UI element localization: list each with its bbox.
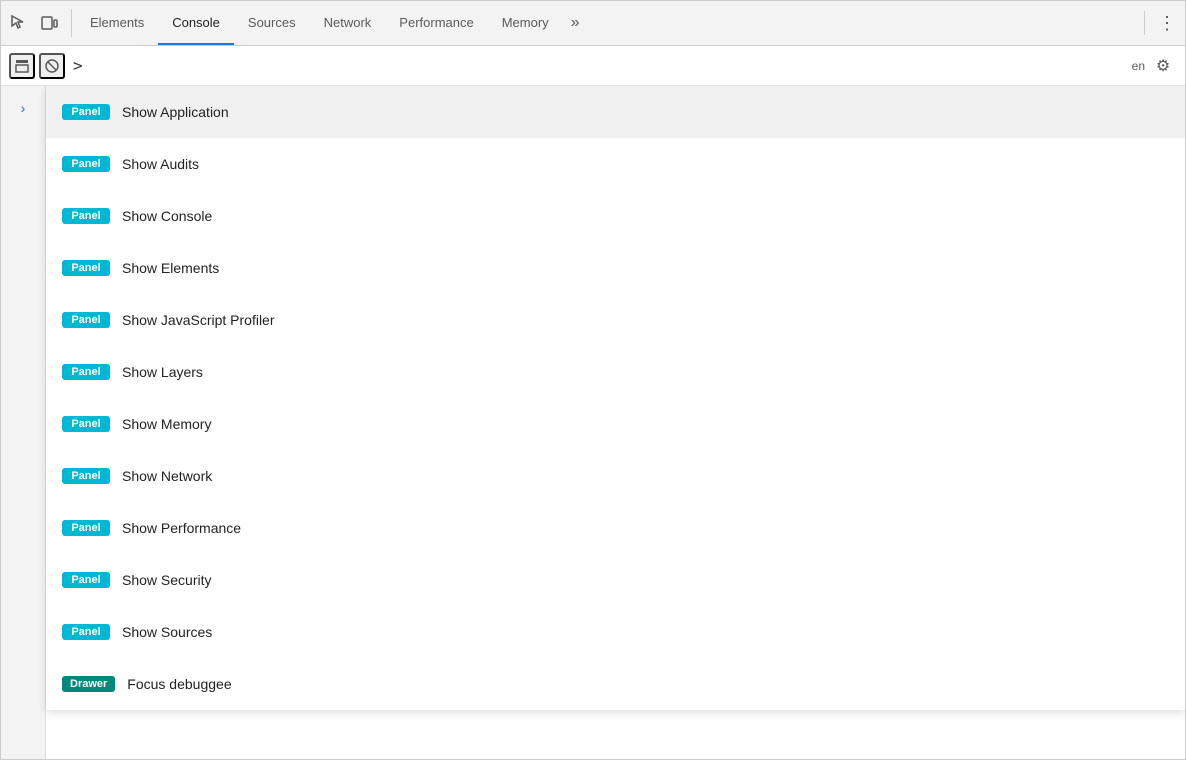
tab-memory[interactable]: Memory xyxy=(488,1,563,45)
badge-panel: Panel xyxy=(62,156,110,172)
list-item-show-application[interactable]: Panel Show Application xyxy=(46,86,1185,138)
main-content: › Panel Show Application Panel Show Audi… xyxy=(1,86,1185,759)
list-item-show-elements[interactable]: Panel Show Elements xyxy=(46,242,1185,294)
more-options-button[interactable]: ⋮ xyxy=(1153,9,1181,37)
list-item-show-performance[interactable]: Panel Show Performance xyxy=(46,502,1185,554)
main-toolbar: Elements Console Sources Network Perform… xyxy=(1,1,1185,46)
badge-drawer: Drawer xyxy=(62,676,115,692)
badge-panel: Panel xyxy=(62,416,110,432)
badge-panel: Panel xyxy=(62,624,110,640)
list-item-show-network[interactable]: Panel Show Network xyxy=(46,450,1185,502)
badge-panel: Panel xyxy=(62,572,110,588)
list-item-show-javascript-profiler[interactable]: Panel Show JavaScript Profiler xyxy=(46,294,1185,346)
list-item-show-security[interactable]: Panel Show Security xyxy=(46,554,1185,606)
list-item-show-memory[interactable]: Panel Show Memory xyxy=(46,398,1185,450)
toolbar-separator xyxy=(1144,11,1145,35)
item-label-show-performance: Show Performance xyxy=(122,520,241,536)
left-sidebar: › xyxy=(1,86,46,759)
console-settings-button[interactable]: ⚙ xyxy=(1149,52,1177,80)
clear-console-button[interactable] xyxy=(39,53,65,79)
badge-panel: Panel xyxy=(62,312,110,328)
item-label-show-layers: Show Layers xyxy=(122,364,203,380)
item-label-show-network: Show Network xyxy=(122,468,212,484)
list-item-show-audits[interactable]: Panel Show Audits xyxy=(46,138,1185,190)
tab-network[interactable]: Network xyxy=(310,1,386,45)
toolbar-left-icons xyxy=(5,9,72,37)
badge-panel: Panel xyxy=(62,364,110,380)
badge-panel: Panel xyxy=(62,104,110,120)
item-label-show-javascript-profiler: Show JavaScript Profiler xyxy=(122,312,275,328)
console-filter-label: en xyxy=(1132,59,1145,73)
badge-panel: Panel xyxy=(62,520,110,536)
badge-panel: Panel xyxy=(62,468,110,484)
item-label-focus-debuggee: Focus debuggee xyxy=(127,676,231,692)
command-dropdown: Panel Show Application Panel Show Audits… xyxy=(46,86,1185,710)
device-toggle-button[interactable] xyxy=(35,9,63,37)
item-label-show-console: Show Console xyxy=(122,208,212,224)
tab-console[interactable]: Console xyxy=(158,1,234,45)
item-label-show-memory: Show Memory xyxy=(122,416,211,432)
tab-sources[interactable]: Sources xyxy=(234,1,310,45)
tab-elements[interactable]: Elements xyxy=(76,1,158,45)
item-label-show-application: Show Application xyxy=(122,104,229,120)
dropdown-area: Panel Show Application Panel Show Audits… xyxy=(46,86,1185,759)
sidebar-expand-button[interactable]: › xyxy=(9,94,37,122)
badge-panel: Panel xyxy=(62,260,110,276)
tab-list: Elements Console Sources Network Perform… xyxy=(76,1,1140,45)
console-prompt-area[interactable]: > xyxy=(65,56,1132,75)
expand-drawer-button[interactable] xyxy=(9,53,35,79)
list-item-show-layers[interactable]: Panel Show Layers xyxy=(46,346,1185,398)
inspect-element-button[interactable] xyxy=(5,9,33,37)
console-toolbar: > en ⚙ xyxy=(1,46,1185,86)
tab-more-button[interactable]: » xyxy=(563,1,588,45)
list-item-focus-debuggee[interactable]: Drawer Focus debuggee xyxy=(46,658,1185,710)
item-label-show-elements: Show Elements xyxy=(122,260,219,276)
tab-performance[interactable]: Performance xyxy=(385,1,487,45)
item-label-show-sources: Show Sources xyxy=(122,624,212,640)
item-label-show-security: Show Security xyxy=(122,572,211,588)
console-right-controls: en ⚙ xyxy=(1132,52,1177,80)
item-label-show-audits: Show Audits xyxy=(122,156,199,172)
list-item-show-console[interactable]: Panel Show Console xyxy=(46,190,1185,242)
devtools-window: Elements Console Sources Network Perform… xyxy=(0,0,1186,760)
list-item-show-sources[interactable]: Panel Show Sources xyxy=(46,606,1185,658)
toolbar-right: ⋮ xyxy=(1140,9,1181,37)
badge-panel: Panel xyxy=(62,208,110,224)
